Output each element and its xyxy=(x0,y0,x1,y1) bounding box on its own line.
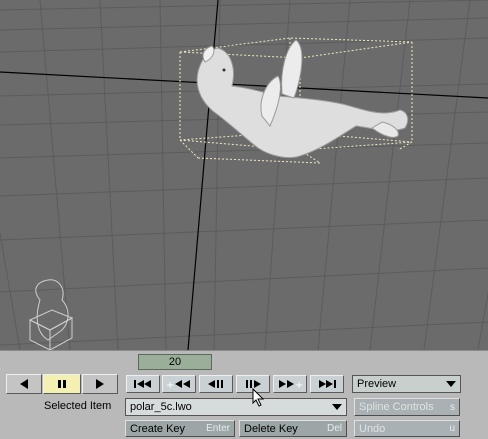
current-frame-field[interactable]: 20 xyxy=(138,354,212,370)
delete-key-label: Delete Key xyxy=(244,422,298,435)
last-frame-icon xyxy=(319,380,336,388)
chevron-down-icon xyxy=(446,381,456,387)
create-key-button[interactable]: Create Key Enter xyxy=(125,420,235,437)
previous-frame-icon xyxy=(208,380,223,388)
delete-key-button[interactable]: Delete Key Del xyxy=(239,420,347,437)
play-forward-button[interactable] xyxy=(82,374,118,394)
next-key-icon: + xyxy=(279,380,303,389)
spline-controls-label: Spline Controls xyxy=(359,401,434,413)
create-key-label: Create Key xyxy=(130,422,186,435)
preview-label: Preview xyxy=(357,378,397,390)
undo-shortcut: u xyxy=(449,423,455,434)
undo-label: Undo xyxy=(359,422,386,435)
camera-object-icon[interactable] xyxy=(28,279,74,350)
previous-frame-button[interactable] xyxy=(199,375,233,393)
mouse-cursor-icon xyxy=(252,388,265,407)
first-frame-button[interactable] xyxy=(126,375,160,393)
next-key-button[interactable]: + xyxy=(273,375,307,393)
svg-text:+: + xyxy=(166,380,174,389)
3d-viewport[interactable] xyxy=(0,0,488,350)
play-reverse-button[interactable] xyxy=(6,374,42,394)
first-frame-icon xyxy=(134,380,151,388)
previous-key-icon: + xyxy=(166,380,190,389)
create-key-shortcut: Enter xyxy=(206,423,230,434)
preview-dropdown[interactable]: Preview xyxy=(352,375,461,393)
play-forward-icon xyxy=(96,379,104,389)
polar-bear-model[interactable] xyxy=(196,39,409,159)
play-reverse-icon xyxy=(20,379,28,389)
selected-item-value: polar_5c.lwo xyxy=(130,401,192,413)
spline-controls-shortcut: s xyxy=(450,401,455,413)
svg-text:+: + xyxy=(295,380,303,389)
ground-grid xyxy=(0,0,488,350)
pause-icon xyxy=(58,380,66,388)
selected-item-dropdown[interactable]: polar_5c.lwo xyxy=(125,398,347,416)
last-frame-button[interactable] xyxy=(310,375,344,393)
spline-controls-button[interactable]: Spline Controls s xyxy=(354,398,460,416)
delete-key-shortcut: Del xyxy=(326,423,342,434)
previous-key-button[interactable]: + xyxy=(162,375,196,393)
undo-button[interactable]: Undo u xyxy=(354,420,460,437)
selected-item-label: Selected Item xyxy=(44,400,112,412)
chevron-down-icon xyxy=(332,404,342,410)
viewport-scene xyxy=(0,0,488,350)
pause-button[interactable] xyxy=(43,374,81,394)
